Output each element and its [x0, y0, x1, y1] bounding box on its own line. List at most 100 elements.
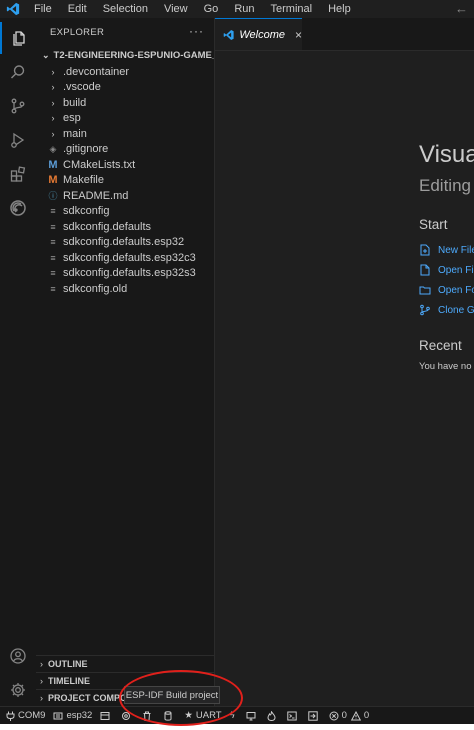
account-icon	[10, 648, 26, 664]
settings-editor-icon	[100, 711, 110, 721]
build-flash-monitor-button[interactable]	[267, 707, 279, 725]
welcome-subtitle: Editing	[419, 176, 471, 195]
chip-icon	[53, 711, 63, 721]
source-control-icon	[11, 98, 25, 114]
menu-file[interactable]: File	[30, 0, 60, 18]
flash-method-label: UART	[195, 710, 222, 721]
folder-icon	[419, 284, 431, 296]
file-tree-item-label: sdkconfig.defaults.esp32c3	[63, 251, 196, 264]
close-icon[interactable]: ×	[295, 28, 302, 42]
open-file-link[interactable]: Open Fil	[419, 262, 474, 278]
activity-manage[interactable]	[0, 674, 36, 706]
start-heading: Start	[419, 217, 448, 232]
file-tree-item[interactable]: ⓘ README.md	[36, 188, 214, 204]
activity-search[interactable]	[0, 56, 36, 88]
chevron-right-icon: ›	[40, 659, 43, 669]
git-icon: ◈	[49, 143, 57, 154]
file-tree-item[interactable]: › .vscode	[36, 80, 214, 96]
back-arrow-icon[interactable]: ←	[455, 1, 468, 16]
lines-icon: ≡	[50, 268, 56, 279]
activity-espressif[interactable]	[0, 192, 36, 224]
activity-source-control[interactable]	[0, 90, 36, 122]
flash-icon: ϟ	[229, 710, 235, 721]
file-tree-item-label: build	[63, 96, 87, 109]
chevron-right-icon: ›	[40, 693, 43, 703]
clone-git-link[interactable]: Clone Gi	[419, 302, 474, 318]
delete-button[interactable]	[142, 707, 155, 725]
navigation-arrows: ←	[455, 1, 468, 16]
activity-accounts[interactable]	[0, 640, 36, 672]
file-tree-item-label: sdkconfig.defaults	[63, 220, 152, 233]
warning-icon	[350, 710, 361, 721]
terminal-button[interactable]	[286, 707, 300, 725]
file-tree-item[interactable]: M Makefile	[36, 173, 214, 189]
monitor-button[interactable]	[246, 707, 259, 725]
file-tree-item[interactable]: ≡ sdkconfig.defaults	[36, 219, 214, 235]
menu-go[interactable]: Go	[196, 0, 227, 18]
error-icon	[329, 711, 339, 721]
chevron-right-icon: ›	[40, 676, 43, 686]
target-selector[interactable]: esp32	[53, 707, 92, 725]
lines-icon: ≡	[50, 206, 56, 217]
new-file-link[interactable]: New File	[419, 242, 474, 258]
error-count: 0	[341, 710, 347, 721]
workspace-folder-label: T2-ENGINEERING-ESPUNIO-GAME_CONTR...	[53, 49, 214, 61]
activity-bar	[0, 18, 36, 706]
welcome-page: Visua Editing Start New File Open Fil Op…	[215, 51, 474, 706]
section-label: OUTLINE	[48, 659, 88, 669]
chevron-right-icon: ›	[51, 97, 55, 108]
file-tree-item-label: sdkconfig.defaults.esp32	[63, 236, 185, 249]
file-tree-item[interactable]: M CMakeLists.txt	[36, 157, 214, 173]
terminal-icon	[286, 711, 297, 721]
flash-button[interactable]: ϟ	[230, 707, 238, 725]
recent-empty-text: You have no r	[419, 361, 474, 372]
new-file-icon	[419, 244, 431, 256]
target-label: esp32	[66, 710, 93, 721]
file-tree-item[interactable]: ≡ sdkconfig	[36, 204, 214, 220]
flash-method-selector[interactable]: ★ UART	[184, 707, 221, 725]
file-tree-item[interactable]: ≡ sdkconfig.defaults.esp32c3	[36, 250, 214, 266]
file-tree-item[interactable]: › esp	[36, 111, 214, 127]
file-tree-item[interactable]: ≡ sdkconfig.defaults.esp32	[36, 235, 214, 251]
file-tree-item-label: .vscode	[63, 81, 101, 94]
tab-welcome[interactable]: Welcome ×	[215, 18, 302, 50]
menu-selection[interactable]: Selection	[95, 0, 156, 18]
activity-extensions[interactable]	[0, 158, 36, 190]
lines-icon: ≡	[50, 252, 56, 263]
menu-run[interactable]: Run	[226, 0, 262, 18]
file-tree: › .devcontainer › .vscode › build › esp › main ◈ .g…	[36, 64, 214, 297]
build-project-button[interactable]	[163, 707, 176, 725]
vscode-logo-icon	[6, 2, 20, 16]
more-actions-icon[interactable]: ···	[189, 24, 204, 38]
activity-run-debug[interactable]	[0, 124, 36, 156]
activity-explorer[interactable]	[0, 22, 36, 54]
chevron-right-icon: ›	[51, 66, 55, 77]
workspace-folder[interactable]: ⌄ T2-ENGINEERING-ESPUNIO-GAME_CONTR...	[36, 46, 214, 64]
problems-indicator[interactable]: 0 0	[329, 707, 369, 725]
explorer-header: EXPLORER ···	[36, 18, 214, 46]
sdkconfig-editor-button[interactable]	[100, 707, 113, 725]
chevron-right-icon: ›	[51, 128, 55, 139]
file-tree-item[interactable]: ≡ sdkconfig.old	[36, 281, 214, 297]
vscode-window: File Edit Selection View Go Run Terminal…	[0, 0, 474, 730]
port-label: COM9	[18, 710, 46, 721]
file-tree-item[interactable]: ◈ .gitignore	[36, 142, 214, 158]
port-selector[interactable]: COM9	[6, 707, 45, 725]
build-project-tooltip: ESP-IDF Build project	[124, 686, 220, 704]
exit-terminal-button[interactable]	[307, 707, 321, 725]
menu-view[interactable]: View	[156, 0, 196, 18]
file-tree-item[interactable]: ≡ sdkconfig.defaults.esp32s3	[36, 266, 214, 282]
menu-help[interactable]: Help	[320, 0, 359, 18]
file-tree-item[interactable]: › build	[36, 95, 214, 111]
file-tree-item[interactable]: › main	[36, 126, 214, 142]
menu-terminal[interactable]: Terminal	[263, 0, 321, 18]
fullclean-button[interactable]	[121, 707, 134, 725]
vscode-logo-icon	[223, 29, 234, 40]
menu-edit[interactable]: Edit	[60, 0, 95, 18]
file-tree-item[interactable]: › .devcontainer	[36, 64, 214, 80]
chevron-right-icon: ›	[51, 82, 55, 93]
section-outline[interactable]: › OUTLINE	[36, 655, 214, 672]
open-folder-link[interactable]: Open Fo	[419, 282, 474, 298]
chevron-down-icon: ⌄	[42, 49, 50, 60]
explorer-title: EXPLORER	[50, 26, 105, 38]
